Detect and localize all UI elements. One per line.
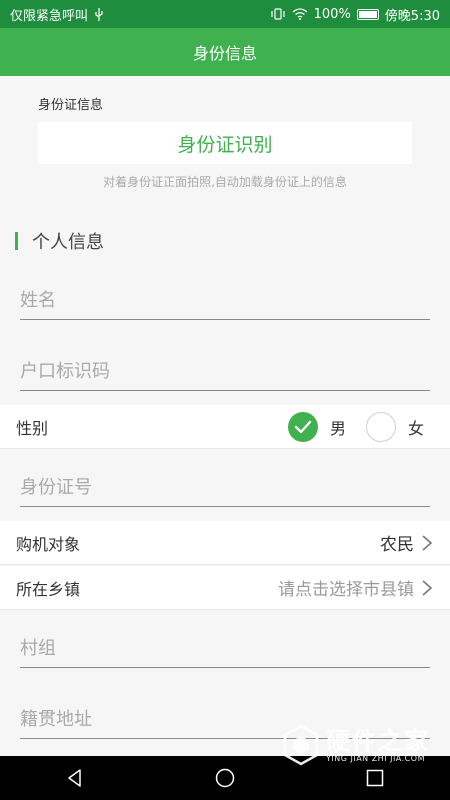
home-button[interactable] bbox=[205, 758, 245, 798]
vibrate-icon bbox=[271, 8, 285, 20]
id-number-field-wrapper bbox=[20, 467, 430, 507]
gender-radio-group: 男 女 bbox=[287, 411, 434, 442]
village-input[interactable] bbox=[20, 638, 430, 667]
personal-info-title: 个人信息 bbox=[32, 232, 104, 253]
back-icon bbox=[68, 769, 81, 787]
chevron-right-icon bbox=[422, 579, 433, 596]
battery-percent: 100% bbox=[313, 6, 351, 22]
status-left: 仅限紧急呼叫 bbox=[10, 5, 104, 24]
chevron-right-icon bbox=[422, 534, 433, 551]
site-watermark: 硬件之家 YING JIAN ZHI JIA.COM bbox=[282, 724, 430, 766]
check-icon bbox=[294, 420, 312, 433]
id-card-scan-button[interactable]: 身份证识别 bbox=[38, 122, 412, 164]
page-title: 身份信息 bbox=[192, 44, 257, 63]
id-number-input[interactable] bbox=[20, 477, 430, 506]
home-icon bbox=[215, 768, 235, 788]
wifi-icon bbox=[292, 8, 308, 20]
household-code-input[interactable] bbox=[20, 361, 430, 390]
gender-label: 性别 bbox=[16, 418, 49, 438]
gender-female-label: 女 bbox=[407, 418, 424, 438]
gender-male-radio[interactable] bbox=[287, 411, 318, 442]
buyer-type-row[interactable]: 购机对象 农民 bbox=[0, 521, 450, 565]
township-value: 请点击选择市县镇 bbox=[278, 580, 414, 600]
household-field-wrapper bbox=[20, 351, 430, 391]
status-bar: 仅限紧急呼叫 100% 傍晚5:30 bbox=[0, 0, 450, 28]
personal-info-header: 个人信息 bbox=[15, 230, 104, 253]
name-field-wrapper bbox=[20, 280, 430, 320]
usb-icon bbox=[95, 7, 103, 21]
recent-apps-icon bbox=[366, 769, 384, 787]
watermark-text: 硬件之家 YING JIAN ZHI JIA.COM bbox=[326, 728, 430, 763]
buyer-type-label: 购机对象 bbox=[16, 534, 81, 554]
status-right: 100% 傍晚5:30 bbox=[270, 5, 440, 24]
buyer-type-value: 农民 bbox=[380, 535, 414, 555]
clock-text: 傍晚5:30 bbox=[384, 8, 440, 24]
battery-icon bbox=[356, 8, 379, 20]
id-card-hint: 对着身份证正面拍照,自动加载身份证上的信息 bbox=[103, 175, 347, 189]
app-bar: 身份信息 bbox=[0, 28, 450, 76]
watermark-main: 硬件之家 bbox=[326, 726, 430, 755]
gender-male-label: 男 bbox=[329, 418, 346, 438]
gender-row: 性别 男 女 bbox=[0, 405, 450, 449]
back-button[interactable] bbox=[55, 758, 95, 798]
township-label: 所在乡镇 bbox=[16, 579, 81, 599]
gender-female-radio[interactable] bbox=[365, 411, 396, 442]
carrier-text: 仅限紧急呼叫 bbox=[10, 8, 89, 24]
village-field-wrapper bbox=[20, 628, 430, 668]
accent-bar bbox=[15, 232, 18, 250]
township-row[interactable]: 所在乡镇 请点击选择市县镇 bbox=[0, 566, 450, 610]
name-input[interactable] bbox=[20, 290, 430, 319]
watermark-sub: YING JIAN ZHI JIA.COM bbox=[326, 753, 425, 763]
cube-logo-icon bbox=[283, 724, 319, 766]
id-card-section-label: 身份证信息 bbox=[38, 98, 104, 113]
